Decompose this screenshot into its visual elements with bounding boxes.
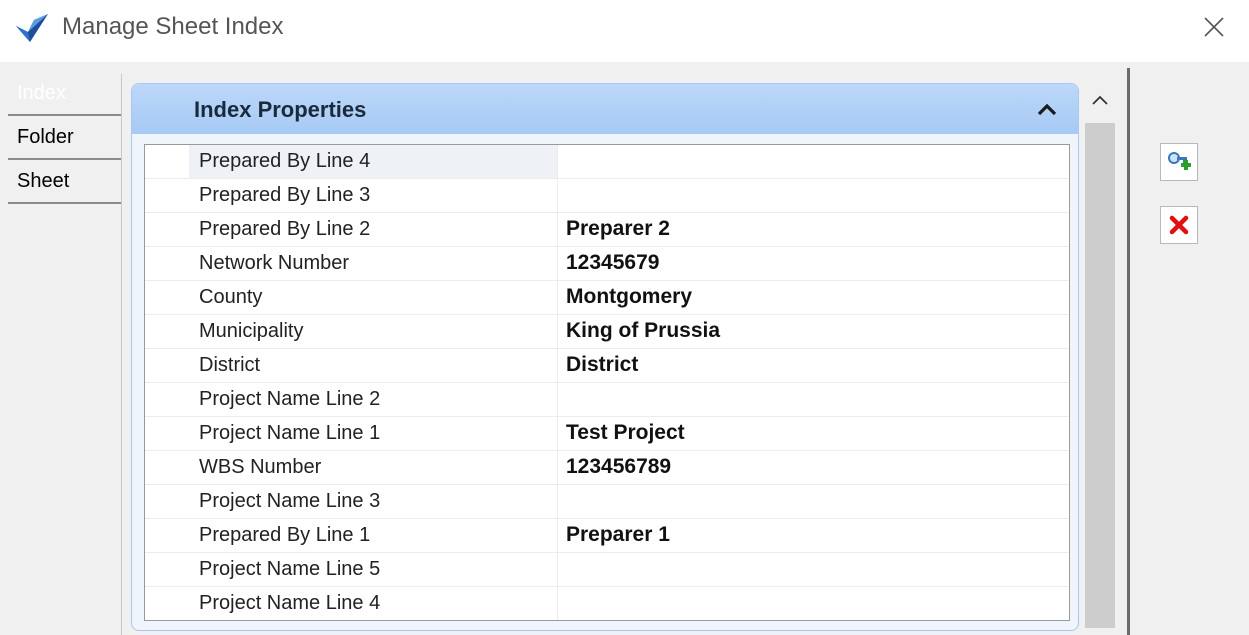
property-name: Prepared By Line 2 <box>199 218 371 240</box>
property-value[interactable] <box>558 145 1069 178</box>
delete-x-icon <box>1169 215 1189 235</box>
row-gutter <box>145 553 189 586</box>
row-gutter <box>145 315 189 348</box>
property-name: Project Name Line 1 <box>199 422 381 444</box>
property-row[interactable]: Project Name Line 2 <box>145 383 1069 417</box>
property-name: Prepared By Line 3 <box>199 184 371 206</box>
tab-index[interactable]: Index <box>8 72 122 116</box>
delete-button[interactable] <box>1160 206 1198 244</box>
property-value[interactable] <box>558 383 1069 416</box>
property-name: District <box>199 354 261 376</box>
scroll-up-arrow-icon[interactable] <box>1082 83 1118 119</box>
row-gutter <box>145 179 189 212</box>
row-gutter <box>145 485 189 518</box>
property-name: Project Name Line 4 <box>199 592 381 614</box>
row-gutter <box>145 519 189 552</box>
property-name: County <box>199 286 263 308</box>
property-row[interactable]: Prepared By Line 4 <box>145 145 1069 179</box>
row-gutter <box>145 247 189 280</box>
property-value[interactable]: Preparer 1 <box>558 519 1069 552</box>
panel-header[interactable]: Index Properties <box>132 84 1078 134</box>
property-row[interactable]: Municipality King of Prussia <box>145 315 1069 349</box>
property-row[interactable]: Project Name Line 1 Test Project <box>145 417 1069 451</box>
property-name: Prepared By Line 4 <box>189 145 557 178</box>
row-gutter <box>145 587 189 620</box>
property-grid: Prepared By Line 4 Prepared By Line 3 Prep… <box>144 144 1070 621</box>
property-value[interactable]: Montgomery <box>558 281 1069 314</box>
vertical-scrollbar[interactable] <box>1082 83 1118 635</box>
tab-label: Folder <box>17 126 74 148</box>
property-value[interactable]: District <box>558 349 1069 382</box>
row-gutter <box>145 451 189 484</box>
property-row[interactable]: Prepared By Line 1 Preparer 1 <box>145 519 1069 553</box>
row-gutter <box>145 417 189 450</box>
property-row[interactable]: Prepared By Line 3 <box>145 179 1069 213</box>
property-row[interactable]: Project Name Line 5 <box>145 553 1069 587</box>
property-row[interactable]: County Montgomery <box>145 281 1069 315</box>
property-value[interactable]: Preparer 2 <box>558 213 1069 246</box>
property-row[interactable]: Prepared By Line 2 Preparer 2 <box>145 213 1069 247</box>
row-gutter <box>145 383 189 416</box>
sheet-index-app-icon <box>16 14 48 42</box>
tab-label: Index <box>17 82 66 104</box>
property-name: WBS Number <box>199 456 322 478</box>
add-key-icon <box>1168 152 1191 170</box>
tab-sheet[interactable]: Sheet <box>8 160 122 204</box>
property-value[interactable]: 123456789 <box>558 451 1069 484</box>
property-value[interactable] <box>558 485 1069 518</box>
tab-folder[interactable]: Folder <box>8 116 122 160</box>
splitter[interactable] <box>1127 68 1130 635</box>
property-row[interactable]: Project Name Line 4 <box>145 587 1069 620</box>
row-gutter <box>145 145 189 178</box>
property-value[interactable] <box>558 179 1069 212</box>
property-value[interactable]: Test Project <box>558 417 1069 450</box>
vertical-tabs: Index Folder Sheet <box>8 72 122 204</box>
property-name: Municipality <box>199 320 304 342</box>
property-value[interactable]: 12345679 <box>558 247 1069 280</box>
property-value[interactable]: King of Prussia <box>558 315 1069 348</box>
row-gutter <box>145 281 189 314</box>
property-row[interactable]: WBS Number 123456789 <box>145 451 1069 485</box>
chevron-up-icon[interactable] <box>1034 97 1060 123</box>
property-name: Prepared By Line 1 <box>199 524 371 546</box>
title-bar: Manage Sheet Index <box>0 0 1249 62</box>
property-name: Project Name Line 3 <box>199 490 381 512</box>
property-row[interactable]: District District <box>145 349 1069 383</box>
property-row[interactable]: Network Number 12345679 <box>145 247 1069 281</box>
row-gutter <box>145 213 189 246</box>
tab-label: Sheet <box>17 170 70 192</box>
close-icon[interactable] <box>1197 10 1231 44</box>
tabs-divider <box>121 74 122 635</box>
property-row[interactable]: Project Name Line 3 <box>145 485 1069 519</box>
property-name: Network Number <box>199 252 350 274</box>
property-value[interactable] <box>558 587 1069 620</box>
panel-title: Index Properties <box>194 97 367 122</box>
property-name: Project Name Line 2 <box>199 388 381 410</box>
window-title: Manage Sheet Index <box>62 13 284 40</box>
dialog-body: Index Folder Sheet Index Properties Prep… <box>0 62 1249 635</box>
property-value[interactable] <box>558 553 1069 586</box>
row-gutter <box>145 349 189 382</box>
divider <box>0 62 1249 68</box>
scroll-thumb[interactable] <box>1085 123 1115 628</box>
index-properties-panel: Index Properties Prepared By Line 4 Prepa… <box>131 83 1079 631</box>
property-name: Project Name Line 5 <box>199 558 381 580</box>
add-button[interactable] <box>1160 143 1198 181</box>
